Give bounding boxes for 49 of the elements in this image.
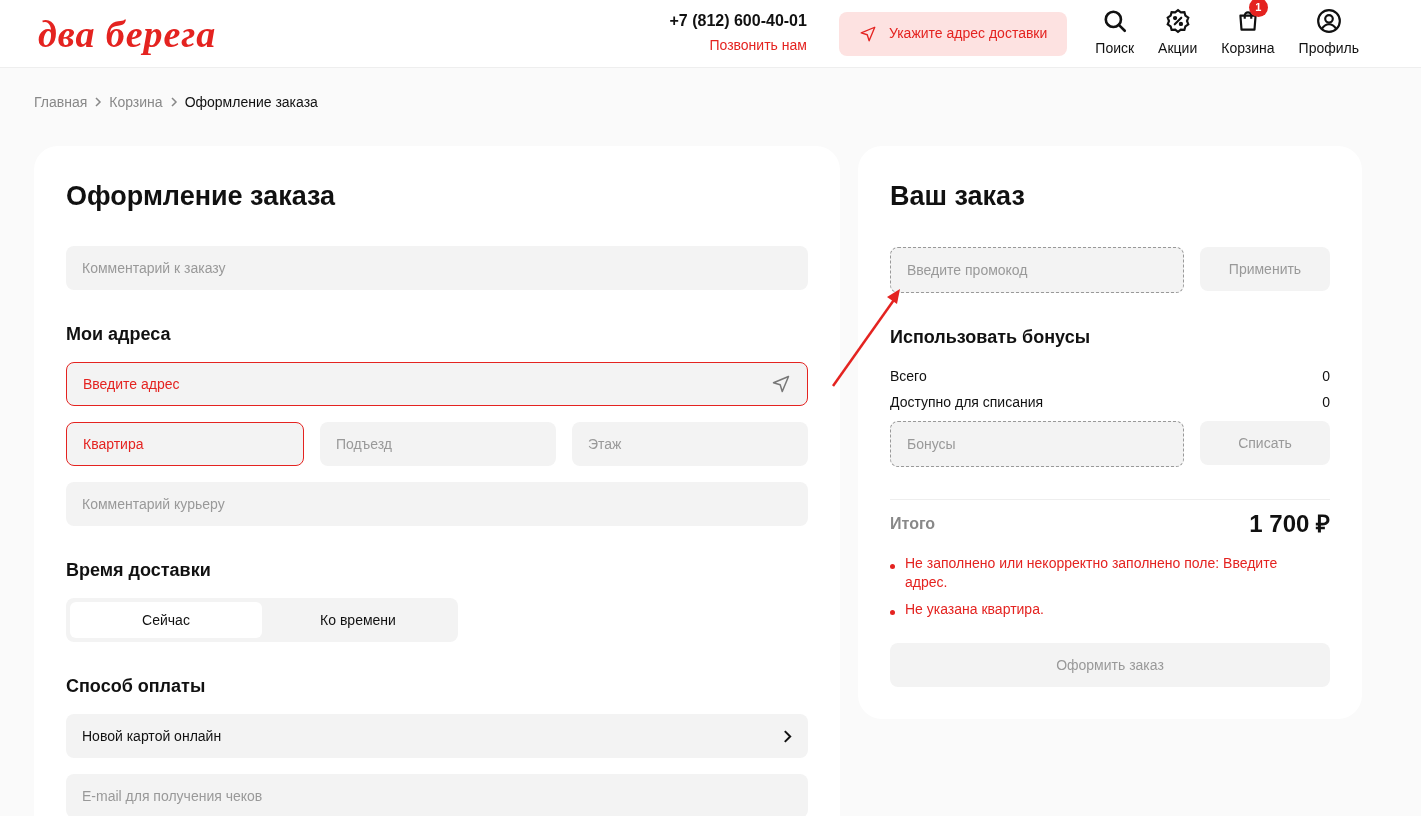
bonus-value: 0: [1322, 366, 1330, 386]
delivery-time-option[interactable]: Ко времени: [262, 602, 454, 638]
delivery-time-option[interactable]: Сейчас: [70, 602, 262, 638]
input-field[interactable]: Комментарий к заказу: [66, 246, 808, 290]
total-label: Итого: [890, 514, 936, 534]
phone-number[interactable]: +7 (812) 600-40-01: [669, 11, 807, 31]
nav-button[interactable]: Профиль: [1294, 0, 1363, 59]
input-field[interactable]: Бонусы: [890, 421, 1184, 467]
error-message: Не указана квартира.: [905, 600, 1045, 619]
logo[interactable]: два берега: [38, 14, 217, 53]
nav-button[interactable]: 1 Корзина: [1217, 0, 1279, 59]
error-message: Не заполнено или некорректно заполнено поле: Введите адрес.: [905, 554, 1279, 592]
payment-method-select[interactable]: Новой картой онлайн: [66, 714, 808, 758]
chevron-right-icon: [168, 97, 179, 107]
section-heading: Время доставки: [66, 559, 212, 582]
breadcrumb-link[interactable]: Главная: [34, 91, 88, 113]
navigation-arrow-icon: [858, 24, 877, 43]
chevron-right-icon: [93, 97, 104, 107]
cart-count-badge: 1: [1248, 0, 1268, 17]
action-button[interactable]: Применить: [1200, 247, 1330, 291]
percent-badge-icon: [1164, 8, 1191, 34]
breadcrumb-link[interactable]: Корзина: [109, 91, 163, 113]
section-heading: Мои адреса: [66, 323, 172, 346]
user-circle-icon: [1315, 8, 1342, 34]
input-field[interactable]: Подъезд: [320, 422, 556, 466]
input-field[interactable]: Комментарий курьеру: [66, 482, 808, 526]
input-field[interactable]: E-mail для получения чеков: [66, 774, 808, 816]
input-field[interactable]: Квартира: [66, 422, 304, 466]
bonus-label: Всего: [890, 366, 927, 386]
bullet-icon: [890, 610, 895, 615]
bonus-label: Доступно для списания: [890, 392, 1044, 412]
section-heading: Способ оплаты: [66, 675, 207, 698]
page-title: Оформление заказа: [66, 180, 337, 212]
bullet-icon: [890, 564, 895, 569]
chevron-right-icon: [783, 729, 792, 743]
delivery-address-button[interactable]: Укажите адрес доставки: [838, 11, 1068, 56]
card-title: Ваш заказ: [890, 180, 1026, 212]
navigation-arrow-icon: [771, 374, 791, 394]
section-heading: Использовать бонусы: [890, 326, 1091, 349]
input-field[interactable]: Введите промокод: [890, 247, 1184, 293]
call-link[interactable]: Позвонить нам: [709, 35, 807, 56]
nav-button[interactable]: Акции: [1154, 0, 1202, 59]
input-field[interactable]: Введите адрес: [66, 362, 808, 406]
breadcrumb-link[interactable]: Оформление заказа: [184, 91, 318, 113]
input-field[interactable]: Этаж: [572, 422, 808, 466]
action-button[interactable]: Списать: [1200, 421, 1330, 465]
nav-button[interactable]: Поиск: [1091, 0, 1139, 59]
bonus-value: 0: [1322, 392, 1330, 412]
total-price: 1 700 ₽: [1249, 509, 1330, 539]
